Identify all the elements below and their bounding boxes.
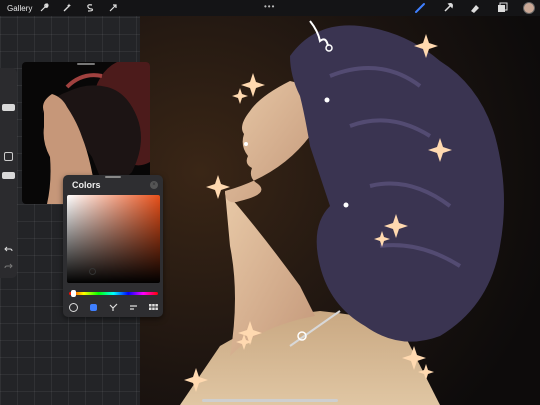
opacity-slider[interactable] xyxy=(2,172,15,179)
wrench-icon[interactable] xyxy=(38,2,50,14)
color-swatch[interactable] xyxy=(523,2,535,14)
artwork-canvas[interactable] xyxy=(140,16,540,405)
transform-icon[interactable] xyxy=(107,2,119,14)
colors-title: Colors xyxy=(72,180,101,190)
selection-icon[interactable] xyxy=(84,2,96,14)
eraser-icon[interactable] xyxy=(469,2,481,14)
left-sidebar xyxy=(0,68,17,278)
saturation-brightness-field[interactable] xyxy=(67,195,160,283)
brush-size-slider[interactable] xyxy=(2,104,15,111)
colors-panel: Colors × xyxy=(63,175,163,317)
classic-tab-icon[interactable] xyxy=(88,302,98,312)
reference-grab-handle[interactable] xyxy=(77,63,95,65)
value-tab-icon[interactable] xyxy=(128,302,138,312)
modify-button[interactable] xyxy=(3,151,14,162)
hue-slider-knob[interactable] xyxy=(71,290,76,297)
more-menu-icon[interactable]: ••• xyxy=(264,2,275,11)
magic-wand-icon[interactable] xyxy=(61,2,73,14)
redo-icon[interactable] xyxy=(3,261,14,272)
home-indicator[interactable] xyxy=(202,399,338,402)
colors-grab-handle[interactable] xyxy=(105,176,121,178)
smudge-icon[interactable] xyxy=(442,2,454,14)
close-icon[interactable]: × xyxy=(150,181,158,189)
palettes-tab-icon[interactable] xyxy=(148,302,158,312)
hue-slider[interactable] xyxy=(69,292,158,295)
harmony-tab-icon[interactable] xyxy=(108,302,118,312)
layers-icon[interactable] xyxy=(496,2,508,14)
brush-icon[interactable] xyxy=(414,2,426,14)
color-picker-cursor[interactable] xyxy=(89,268,96,275)
undo-icon[interactable] xyxy=(3,244,14,255)
disc-tab-icon[interactable] xyxy=(68,302,78,312)
gallery-button[interactable]: Gallery xyxy=(7,4,32,13)
